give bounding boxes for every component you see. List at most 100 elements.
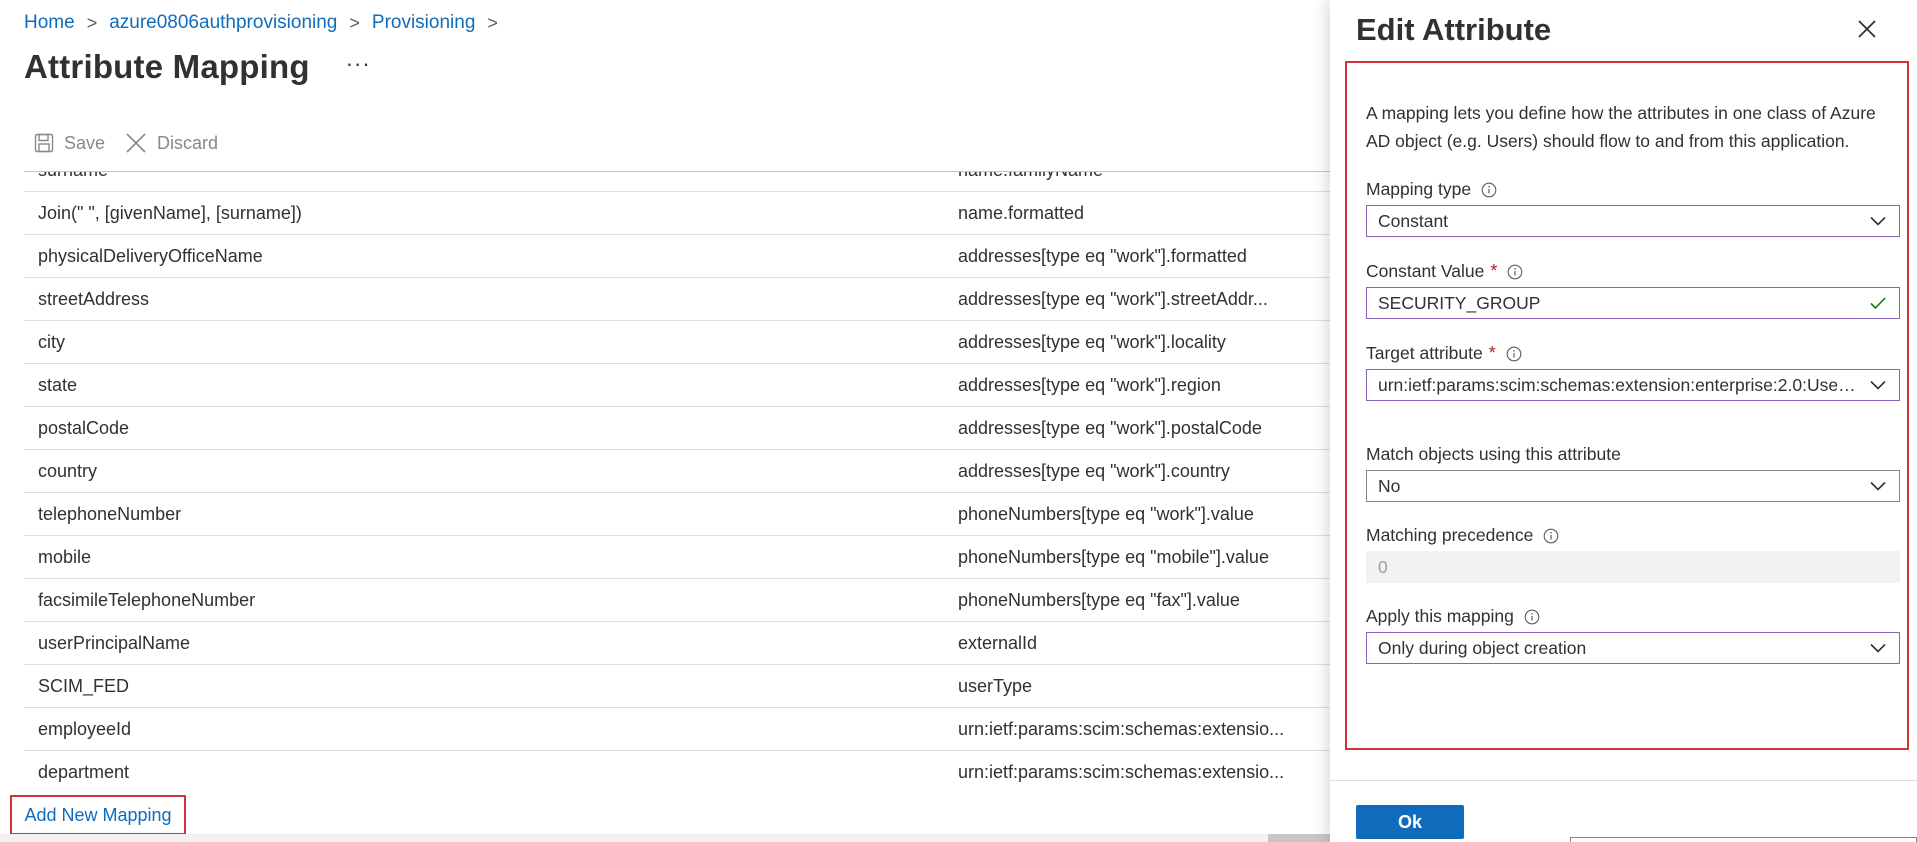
constant-value-label-text: Constant Value bbox=[1366, 261, 1485, 281]
source-attribute: surname bbox=[38, 172, 108, 181]
target-attribute: phoneNumbers[type eq "work"].value bbox=[958, 504, 1254, 524]
table-row[interactable]: state addresses[type eq "work"].region bbox=[24, 364, 1330, 407]
table-row[interactable]: surname name.familyName bbox=[24, 172, 1330, 192]
more-icon[interactable]: ··· bbox=[346, 53, 371, 75]
info-icon[interactable] bbox=[1507, 264, 1523, 280]
table-row[interactable]: userPrincipalName externalId bbox=[24, 622, 1330, 665]
table-row[interactable]: employeeId urn:ietf:params:scim:schemas:… bbox=[24, 708, 1330, 751]
breadcrumb-provisioning[interactable]: Provisioning bbox=[372, 12, 476, 34]
apply-mapping-dropdown[interactable]: Only during object creation bbox=[1366, 632, 1900, 664]
chevron-down-icon bbox=[1870, 643, 1886, 653]
chevron-right-icon: > bbox=[349, 12, 360, 33]
discard-label: Discard bbox=[157, 132, 219, 153]
source-attribute: mobile bbox=[38, 547, 92, 567]
horizontal-scrollbar[interactable] bbox=[0, 834, 1330, 842]
close-button[interactable] bbox=[1852, 14, 1882, 44]
matching-precedence-input: 0 bbox=[1366, 551, 1900, 583]
match-objects-dropdown[interactable]: No bbox=[1366, 470, 1900, 502]
table-row[interactable]: telephoneNumber phoneNumbers[type eq "wo… bbox=[24, 493, 1330, 536]
target-attribute-dropdown[interactable]: urn:ietf:params:scim:schemas:extension:e… bbox=[1366, 369, 1900, 401]
info-icon[interactable] bbox=[1481, 182, 1497, 198]
panel-footer: Ok bbox=[1330, 780, 1917, 842]
apply-mapping-value: Only during object creation bbox=[1378, 637, 1587, 658]
target-attribute: addresses[type eq "work"].region bbox=[958, 375, 1221, 395]
table-row[interactable]: country addresses[type eq "work"].countr… bbox=[24, 450, 1330, 493]
chevron-right-icon: > bbox=[487, 12, 498, 33]
edit-attribute-form: A mapping lets you define how the attrib… bbox=[1345, 61, 1909, 750]
breadcrumb: Home > azure0806authprovisioning > Provi… bbox=[24, 12, 510, 34]
discard-button[interactable]: Discard bbox=[125, 132, 218, 154]
scrollbar-thumb[interactable] bbox=[1268, 834, 1330, 842]
source-attribute: streetAddress bbox=[38, 289, 150, 309]
table-row[interactable]: streetAddress addresses[type eq "work"].… bbox=[24, 278, 1330, 321]
table-row[interactable]: city addresses[type eq "work"].locality bbox=[24, 321, 1330, 364]
add-new-mapping-link[interactable]: Add New Mapping bbox=[10, 795, 186, 835]
target-attribute: externalId bbox=[958, 633, 1038, 653]
target-attribute: urn:ietf:params:scim:schemas:extensio... bbox=[958, 719, 1285, 739]
source-attribute: SCIM_FED bbox=[38, 676, 130, 696]
source-attribute: telephoneNumber bbox=[38, 504, 182, 524]
table-row[interactable]: mobile phoneNumbers[type eq "mobile"].va… bbox=[24, 536, 1330, 579]
page-title: Attribute Mapping bbox=[24, 48, 310, 85]
save-label: Save bbox=[64, 132, 106, 153]
apply-mapping-label: Apply this mapping bbox=[1366, 606, 1540, 627]
page: Home > azure0806authprovisioning > Provi… bbox=[0, 0, 1917, 842]
table-row[interactable]: SCIM_FED userType bbox=[24, 665, 1330, 708]
mapping-type-label-text: Mapping type bbox=[1366, 179, 1472, 199]
target-attribute: name.familyName bbox=[958, 172, 1103, 181]
matching-precedence-value: 0 bbox=[1378, 556, 1388, 577]
panel-title: Edit Attribute bbox=[1356, 12, 1552, 47]
source-attribute: facsimileTelephoneNumber bbox=[38, 590, 256, 610]
source-attribute: userPrincipalName bbox=[38, 633, 191, 653]
target-attribute-label-text: Target attribute bbox=[1366, 343, 1483, 363]
edit-attribute-panel: Edit Attribute A mapping lets you define… bbox=[1330, 0, 1917, 842]
source-attribute: state bbox=[38, 375, 78, 395]
table-row[interactable]: postalCode addresses[type eq "work"].pos… bbox=[24, 407, 1330, 450]
table-row[interactable]: Join(" ", [givenName], [surname]) name.f… bbox=[24, 192, 1330, 235]
checkmark-icon bbox=[1870, 297, 1886, 310]
target-attribute: addresses[type eq "work"].country bbox=[958, 461, 1230, 481]
attribute-mapping-blade: Home > azure0806authprovisioning > Provi… bbox=[0, 0, 1330, 842]
target-attribute: phoneNumbers[type eq "fax"].value bbox=[958, 590, 1240, 610]
save-button[interactable]: Save bbox=[34, 133, 105, 154]
matching-precedence-label: Matching precedence bbox=[1366, 525, 1559, 546]
target-attribute: name.formatted bbox=[958, 203, 1085, 223]
info-icon[interactable] bbox=[1543, 528, 1559, 544]
mapping-type-label: Mapping type bbox=[1366, 179, 1497, 200]
target-attribute: phoneNumbers[type eq "mobile"].value bbox=[958, 547, 1269, 567]
info-icon[interactable] bbox=[1506, 346, 1522, 362]
source-attribute: postalCode bbox=[38, 418, 130, 438]
mapping-type-dropdown[interactable]: Constant bbox=[1366, 205, 1900, 237]
match-objects-label-text: Match objects using this attribute bbox=[1366, 444, 1621, 464]
panel-description: A mapping lets you define how the attrib… bbox=[1366, 103, 1876, 151]
chevron-down-icon bbox=[1870, 481, 1886, 491]
discard-icon bbox=[126, 133, 146, 153]
table-row[interactable]: department urn:ietf:params:scim:schemas:… bbox=[24, 751, 1330, 791]
ok-button[interactable]: Ok bbox=[1356, 805, 1464, 839]
source-attribute: Join(" ", [givenName], [surname]) bbox=[38, 203, 302, 223]
constant-value-label: Constant Value * bbox=[1366, 261, 1523, 282]
target-attribute-value: urn:ietf:params:scim:schemas:extension:e… bbox=[1378, 374, 1859, 395]
apply-mapping-label-text: Apply this mapping bbox=[1366, 606, 1514, 626]
info-icon[interactable] bbox=[1524, 609, 1540, 625]
target-attribute: userType bbox=[958, 676, 1033, 696]
source-attribute: country bbox=[38, 461, 98, 481]
chevron-right-icon: > bbox=[86, 12, 98, 33]
mappings-table: surname name.familyName Join(" ", [given… bbox=[24, 171, 1330, 791]
table-row[interactable]: facsimileTelephoneNumber phoneNumbers[ty… bbox=[24, 579, 1330, 622]
breadcrumb-app[interactable]: azure0806authprovisioning bbox=[109, 12, 337, 34]
save-icon bbox=[34, 133, 54, 153]
chevron-down-icon bbox=[1870, 380, 1886, 390]
target-attribute: urn:ietf:params:scim:schemas:extensio... bbox=[958, 762, 1285, 782]
constant-value-text: SECURITY_GROUP bbox=[1378, 292, 1541, 313]
required-indicator: * bbox=[1488, 343, 1496, 363]
table-row[interactable]: physicalDeliveryOfficeName addresses[typ… bbox=[24, 235, 1330, 278]
source-attribute: employeeId bbox=[38, 719, 132, 739]
target-attribute: addresses[type eq "work"].streetAddr... bbox=[958, 289, 1268, 309]
match-objects-label: Match objects using this attribute bbox=[1366, 444, 1621, 465]
constant-value-input[interactable]: SECURITY_GROUP bbox=[1366, 287, 1900, 319]
breadcrumb-home[interactable]: Home bbox=[24, 12, 75, 34]
mapping-type-value: Constant bbox=[1378, 210, 1449, 231]
footer-control-edge bbox=[1570, 837, 1917, 842]
target-attribute-label: Target attribute * bbox=[1366, 343, 1522, 364]
